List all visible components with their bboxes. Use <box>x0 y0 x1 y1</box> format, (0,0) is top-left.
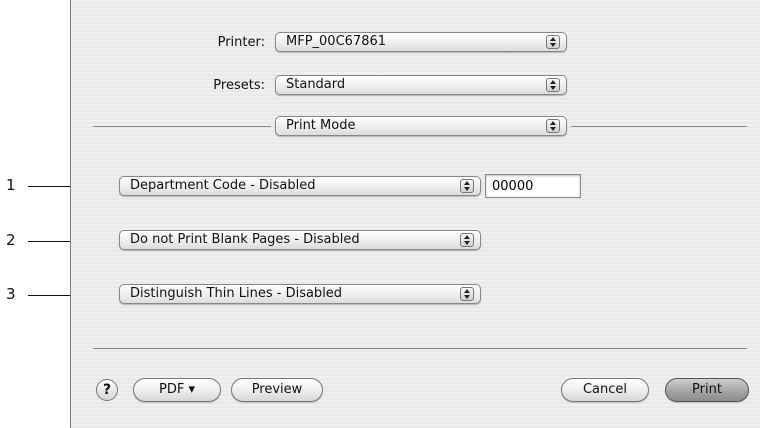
department-code-popup[interactable]: Department Code - Disabled <box>119 176 481 196</box>
blank-pages-value: Do not Print Blank Pages - Disabled <box>130 232 360 247</box>
cancel-button[interactable]: Cancel <box>561 378 649 402</box>
popup-arrows-icon <box>460 179 474 193</box>
help-button[interactable]: ? <box>96 379 118 401</box>
print-dialog: Printer: MFP_00C67861 Presets: Standard … <box>70 0 760 428</box>
popup-arrows-icon <box>546 119 560 133</box>
presets-label: Presets: <box>213 78 265 93</box>
pane-divider-right <box>571 126 747 127</box>
popup-arrows-icon <box>460 287 474 301</box>
callout-2: 2 <box>6 231 16 249</box>
pane-popup[interactable]: Print Mode <box>275 116 567 136</box>
printer-label: Printer: <box>217 35 265 50</box>
thin-lines-value: Distinguish Thin Lines - Disabled <box>130 286 343 301</box>
print-button[interactable]: Print <box>665 378 749 402</box>
thin-lines-popup[interactable]: Distinguish Thin Lines - Disabled <box>119 284 481 304</box>
printer-popup-value: MFP_00C67861 <box>286 34 387 49</box>
callout-3: 3 <box>6 285 16 303</box>
popup-arrows-icon <box>546 35 560 49</box>
pane-divider-left <box>93 126 271 127</box>
department-code-field[interactable] <box>485 174 581 198</box>
bottom-divider <box>93 348 747 349</box>
popup-arrows-icon <box>546 78 560 92</box>
callout-1: 1 <box>6 176 16 194</box>
preview-button[interactable]: Preview <box>231 378 323 402</box>
blank-pages-popup[interactable]: Do not Print Blank Pages - Disabled <box>119 230 481 250</box>
presets-popup[interactable]: Standard <box>275 75 567 95</box>
pdf-button[interactable]: PDF ▾ <box>133 378 221 402</box>
department-code-value: Department Code - Disabled <box>130 178 316 193</box>
pane-popup-value: Print Mode <box>286 118 356 133</box>
printer-popup[interactable]: MFP_00C67861 <box>275 32 567 52</box>
presets-popup-value: Standard <box>286 77 346 92</box>
popup-arrows-icon <box>460 233 474 247</box>
